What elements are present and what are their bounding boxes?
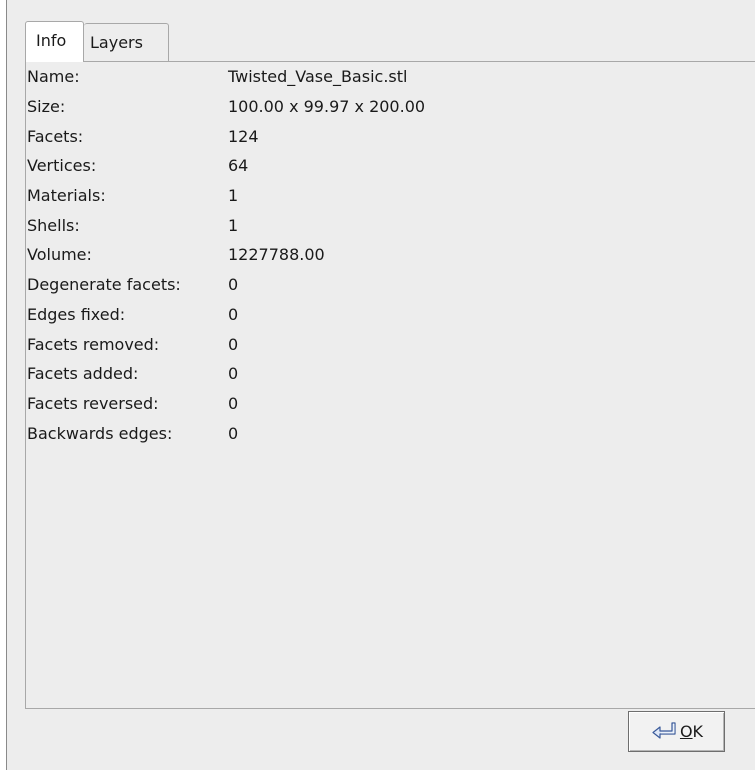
info-value: 1 [228,186,239,206]
info-row-facets: Facets: 124 [27,121,425,151]
info-value: 0 [228,275,239,295]
info-row-backwards-edges: Backwards edges: 0 [27,418,425,448]
info-value: 124 [228,126,259,146]
tab-layers[interactable]: Layers [84,23,169,61]
info-row-size: Size: 100.00 x 99.97 x 200.00 [27,92,425,122]
info-label: Degenerate facets: [27,275,181,295]
info-row-facets-reversed: Facets reversed: 0 [27,389,425,419]
info-value: 0 [228,304,239,324]
ok-button-label: OK [680,722,703,741]
enter-return-icon [650,721,678,743]
info-label: Facets reversed: [27,393,159,413]
info-value: 0 [228,423,239,443]
info-value: 0 [228,393,239,413]
info-label: Name: [27,67,80,87]
tab-bar: Info Layers [25,21,169,62]
info-label: Facets added: [27,364,139,384]
info-row-volume: Volume: 1227788.00 [27,240,425,270]
info-label: Backwards edges: [27,423,173,443]
info-label: Materials: [27,186,106,206]
info-value: 1227788.00 [228,245,325,265]
ok-label-rest: K [692,722,704,741]
info-row-shells: Shells: 1 [27,210,425,240]
info-value: 0 [228,364,239,384]
info-label: Facets removed: [27,334,160,354]
window-left-edge [0,0,7,770]
ok-button[interactable]: OK [628,711,725,752]
info-value: Twisted_Vase_Basic.stl [228,67,408,87]
info-list: Name: Twisted_Vase_Basic.stl Size: 100.0… [27,62,425,448]
info-value: 64 [228,156,249,176]
info-row-vertices: Vertices: 64 [27,151,425,181]
info-row-name: Name: Twisted_Vase_Basic.stl [27,62,425,92]
info-label: Volume: [27,245,92,265]
info-value: 1 [228,215,239,235]
info-row-facets-removed: Facets removed: 0 [27,329,425,359]
info-label: Size: [27,97,66,117]
info-row-degenerate-facets: Degenerate facets: 0 [27,270,425,300]
info-row-facets-added: Facets added: 0 [27,359,425,389]
info-label: Facets: [27,126,84,146]
info-label: Edges fixed: [27,304,126,324]
info-row-edges-fixed: Edges fixed: 0 [27,300,425,330]
info-label: Vertices: [27,156,97,176]
info-value: 0 [228,334,239,354]
tab-info[interactable]: Info [25,21,84,62]
info-panel: Name: Twisted_Vase_Basic.stl Size: 100.0… [25,61,755,709]
ok-mnemonic: O [679,722,693,741]
info-label: Shells: [27,215,80,235]
info-row-materials: Materials: 1 [27,181,425,211]
info-value: 100.00 x 99.97 x 200.00 [228,97,426,117]
